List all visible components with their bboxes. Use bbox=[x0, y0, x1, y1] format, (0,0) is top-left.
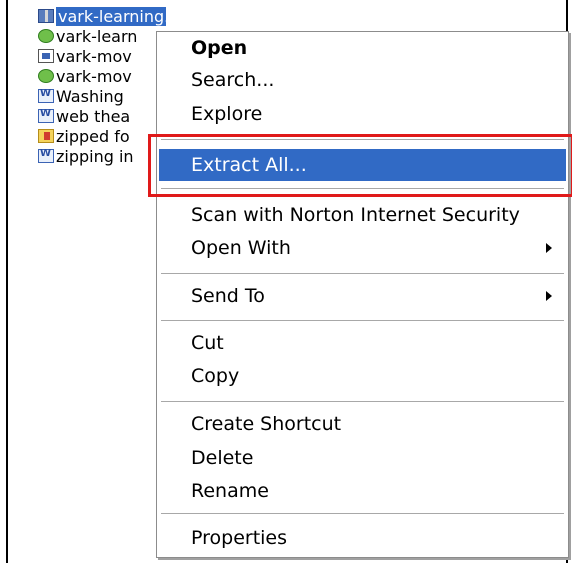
file-name: vark-mov bbox=[56, 46, 132, 66]
web-page-icon bbox=[38, 69, 54, 83]
zip-file-icon bbox=[38, 9, 54, 23]
file-item[interactable]: zipping in bbox=[38, 146, 166, 166]
menu-separator bbox=[161, 513, 564, 514]
file-name: vark-mov bbox=[56, 66, 132, 86]
file-item[interactable]: vark-learn bbox=[38, 26, 166, 46]
file-name: vark-learn bbox=[56, 26, 138, 46]
menu-separator bbox=[161, 401, 564, 402]
menu-item-open-with[interactable]: Open With bbox=[159, 232, 566, 264]
menu-item-copy[interactable]: Copy bbox=[159, 360, 566, 392]
file-item[interactable]: vark-mov bbox=[38, 66, 166, 86]
menu-item-label: Send To bbox=[191, 285, 265, 307]
menu-item-label: Open With bbox=[191, 237, 291, 259]
submenu-arrow-icon bbox=[546, 243, 552, 253]
menu-item-search[interactable]: Search... bbox=[159, 64, 566, 96]
menu-item-label: Create Shortcut bbox=[191, 413, 342, 435]
menu-item-label: Explore bbox=[191, 103, 263, 125]
menu-item-open[interactable]: Open bbox=[159, 32, 566, 64]
web-page-icon bbox=[38, 29, 54, 43]
menu-item-label: Properties bbox=[191, 527, 288, 549]
file-item[interactable]: zipped fo bbox=[38, 126, 166, 146]
menu-separator bbox=[161, 320, 564, 321]
menu-item-label: Open bbox=[191, 37, 248, 59]
menu-item-scan-norton[interactable]: Scan with Norton Internet Security bbox=[159, 199, 566, 231]
menu-item-create-shortcut[interactable]: Create Shortcut bbox=[159, 408, 566, 440]
zipped-folder-icon bbox=[38, 129, 54, 143]
menu-item-label: Copy bbox=[191, 365, 240, 387]
menu-item-label: Search... bbox=[191, 69, 275, 91]
file-name: vark-learning.zip bbox=[56, 6, 166, 26]
movie-file-icon bbox=[38, 49, 54, 63]
menu-item-label: Scan with Norton Internet Security bbox=[191, 204, 520, 226]
menu-item-cut[interactable]: Cut bbox=[159, 327, 566, 359]
menu-item-properties[interactable]: Properties bbox=[159, 522, 566, 554]
menu-item-label: Rename bbox=[191, 480, 269, 502]
file-name: zipping in bbox=[56, 146, 134, 166]
menu-separator bbox=[161, 273, 564, 274]
file-name: web thea bbox=[56, 106, 131, 126]
menu-item-label: Cut bbox=[191, 332, 224, 354]
highlight-annotation-box bbox=[148, 134, 572, 197]
frame-left-edge bbox=[6, 0, 8, 563]
file-name: zipped fo bbox=[56, 126, 130, 146]
word-document-icon bbox=[38, 108, 54, 123]
file-item[interactable]: web thea bbox=[38, 106, 166, 126]
word-document-icon bbox=[38, 88, 54, 103]
file-item[interactable]: Washing bbox=[38, 86, 166, 106]
context-menu: Open Search... Explore Extract All... Sc… bbox=[156, 31, 569, 558]
submenu-arrow-icon bbox=[546, 291, 552, 301]
file-name: Washing bbox=[56, 86, 124, 106]
word-document-icon bbox=[38, 148, 54, 163]
file-item[interactable]: vark-mov bbox=[38, 46, 166, 66]
menu-item-delete[interactable]: Delete bbox=[159, 442, 566, 474]
file-item-vark-learning-zip[interactable]: vark-learning.zip bbox=[38, 6, 166, 26]
menu-item-rename[interactable]: Rename bbox=[159, 475, 566, 507]
menu-item-label: Delete bbox=[191, 447, 254, 469]
menu-item-send-to[interactable]: Send To bbox=[159, 280, 566, 312]
menu-item-explore[interactable]: Explore bbox=[159, 98, 566, 130]
